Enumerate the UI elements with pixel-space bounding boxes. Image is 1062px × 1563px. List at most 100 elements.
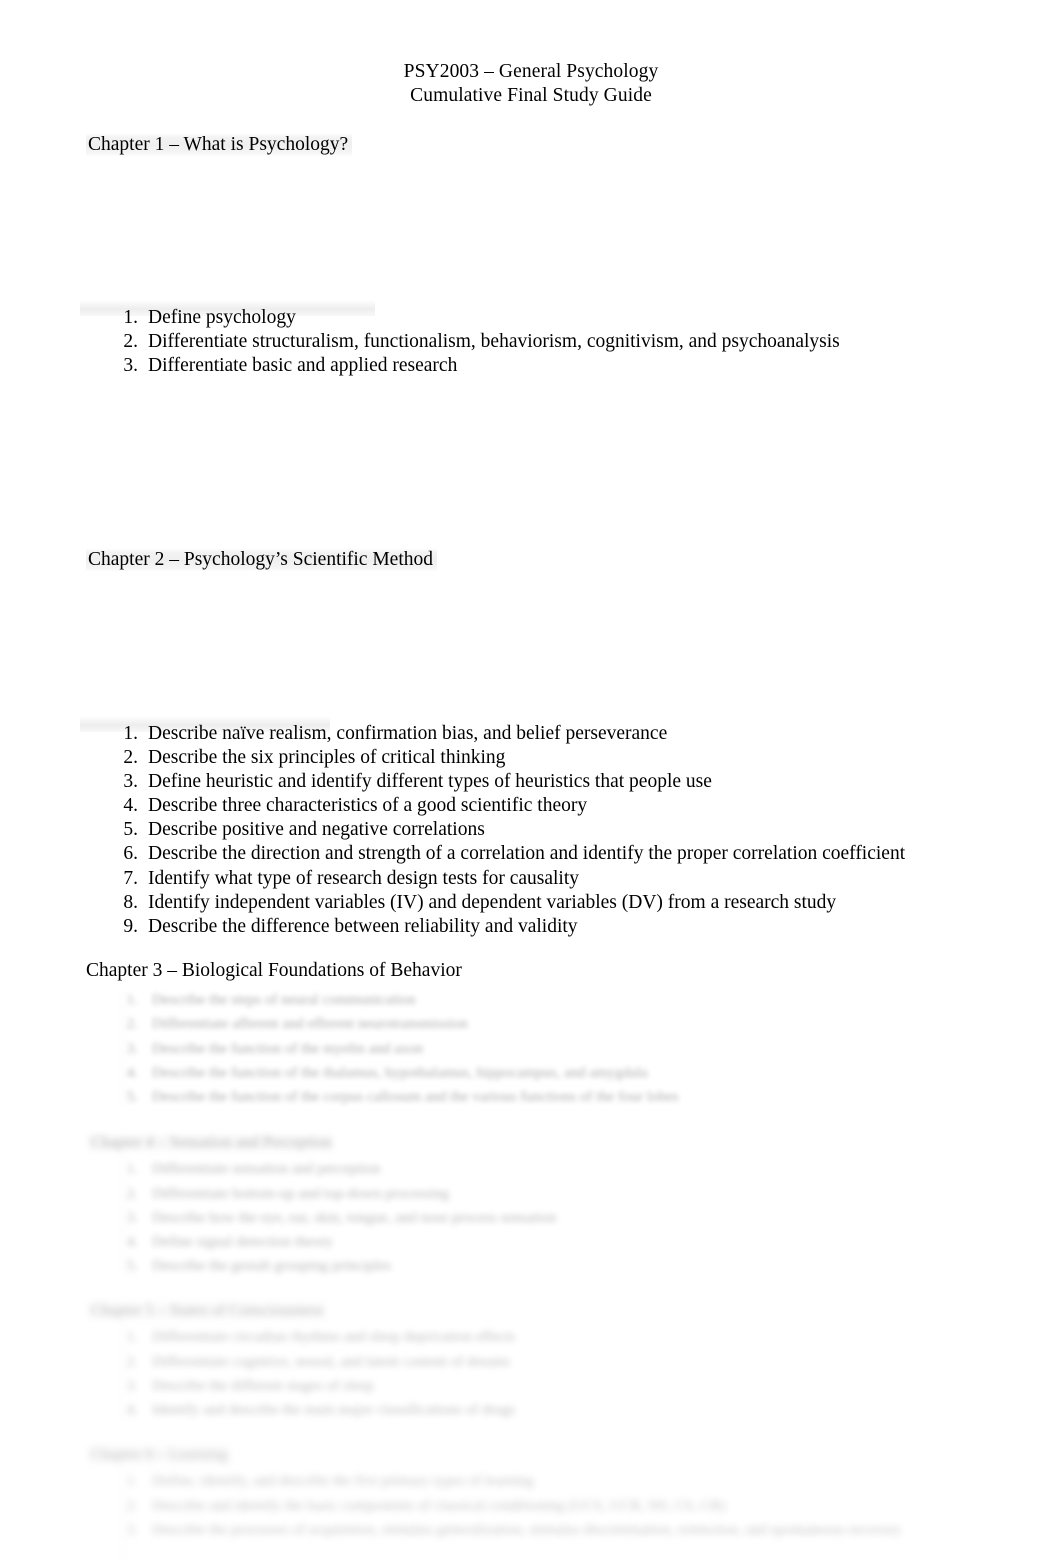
list-item-text: Describe the processes of acquisition, s… <box>152 1521 901 1538</box>
list-item-obscured: 2. Describe and identify the basic compo… <box>0 1494 1062 1518</box>
list-item-text: Differentiate structuralism, functionali… <box>148 331 840 353</box>
list-item: 3. Differentiate basic and applied resea… <box>86 354 840 378</box>
chapter-4-heading-obscured: Chapter 4 – Sensation and Perception <box>88 1131 1062 1155</box>
list-item-obscured: 5. Describe the function of the corpus c… <box>0 1085 1062 1109</box>
list-item-obscured: 3. Describe how the eye, ear, skin, tong… <box>0 1206 1062 1230</box>
chapter-6-heading-text: Chapter 6 – Learning <box>88 1446 231 1463</box>
list-item-text: Define psychology <box>148 307 296 328</box>
list-item-number: 5. <box>126 1089 138 1106</box>
list-item-number: 1. <box>126 1473 138 1490</box>
list-item-number: 6. <box>123 843 138 865</box>
list-item-obscured: 3. Describe the processes of acquisition… <box>0 1518 1062 1542</box>
list-item-text: Describe and identify the basic componen… <box>152 1497 726 1514</box>
list-item-text: Identify independent variables (IV) and … <box>148 891 837 913</box>
list-item-text: Differentiate sensation and perception <box>152 1161 381 1178</box>
list-item-text: Define signal detection theory <box>152 1234 334 1251</box>
list-item-text: Describe the six principles of critical … <box>148 747 506 769</box>
list-item: 1. Define psychology <box>86 306 840 330</box>
list-item-number: 1. <box>126 1329 138 1346</box>
chapter-1-heading-text: Chapter 1 – What is Psychology? <box>86 133 353 157</box>
list-item-text: Differentiate basic and applied research <box>148 355 458 377</box>
list-item-number: 2. <box>123 331 138 353</box>
list-item-obscured: 4. Define signal detection theory <box>0 1230 1062 1254</box>
chapter-2-heading-text: Chapter 2 – Psychology’s Scientific Meth… <box>86 548 438 572</box>
chapter-1-objective-list: 1. Define psychology 2. Differentiate st… <box>86 306 840 378</box>
list-item-number: 4. <box>126 1402 138 1419</box>
list-item-number: 3. <box>126 1521 138 1538</box>
document-title-line-2: Cumulative Final Study Guide <box>410 84 652 106</box>
list-item-text: Describe positive and negative correlati… <box>148 819 485 841</box>
list-item-number: 2. <box>126 1353 138 1370</box>
list-item-text: Define heuristic and identify different … <box>148 771 712 793</box>
list-item-obscured: 2. Differentiate cognitive, neural, and … <box>0 1350 1062 1374</box>
list-item-text: Describe the function of the myelin and … <box>152 1040 424 1057</box>
list-item: 7. Identify what type of research design… <box>86 867 905 891</box>
chapter-4-section-obscured: Chapter 4 – Sensation and Perception 1. … <box>0 1131 1062 1279</box>
list-item-text: Describe naïve realism, confirmation bia… <box>148 723 668 744</box>
chapter-5-heading-obscured: Chapter 5 – States of Consciousness <box>88 1299 1062 1323</box>
list-item-number: 1. <box>123 307 138 328</box>
document-title-line-1: PSY2003 – General Psychology <box>403 61 659 82</box>
list-item-number: 3. <box>126 1209 138 1226</box>
list-item-number: 2. <box>126 1185 138 1202</box>
list-item-number: 8. <box>123 891 138 913</box>
chapter-5-heading-text: Chapter 5 – States of Consciousness <box>88 1302 327 1319</box>
list-item-text: Describe three characteristics of a good… <box>148 795 588 817</box>
list-item: 6. Describe the direction and strength o… <box>86 842 905 866</box>
chapter-2-objective-list: 1. Describe naïve realism, confirmation … <box>86 722 905 939</box>
list-item: 3. Define heuristic and identify differe… <box>86 770 905 794</box>
list-item-number: 9. <box>123 915 138 937</box>
list-item-obscured: 1. Describe the steps of neural communic… <box>0 988 1062 1012</box>
list-item-number: 5. <box>126 1258 138 1275</box>
list-item-number: 1. <box>126 1161 138 1178</box>
list-item-number: 2. <box>123 747 138 769</box>
list-item-number: 3. <box>123 771 138 793</box>
list-item-number: 3. <box>126 1377 138 1394</box>
chapter-1-heading: Chapter 1 – What is Psychology? <box>86 133 353 157</box>
list-item-text: Describe the gestalt grouping principles <box>152 1258 392 1275</box>
list-item-text: Describe the steps of neural communicati… <box>152 992 416 1008</box>
list-item: 2. Describe the six principles of critic… <box>86 746 905 770</box>
list-item: 2. Differentiate structuralism, function… <box>86 330 840 354</box>
document-page: PSY2003 – General Psychology Cumulative … <box>0 0 1062 1563</box>
list-item-obscured: 4. Describe the function of the thalamus… <box>0 1061 1062 1085</box>
chapter-2-heading: Chapter 2 – Psychology’s Scientific Meth… <box>86 548 438 572</box>
list-item-number: 3. <box>126 1040 138 1057</box>
list-item-obscured: 3. Describe the function of the myelin a… <box>0 1037 1062 1061</box>
chapter-5-section-obscured: Chapter 5 – States of Consciousness 1. D… <box>0 1299 1062 1422</box>
list-item-text: Differentiate circadian rhythms and slee… <box>152 1329 516 1346</box>
list-item: 9. Describe the difference between relia… <box>86 915 905 939</box>
list-item-text: Describe the difference between reliabil… <box>148 915 578 937</box>
list-item-number: 7. <box>123 867 138 889</box>
list-item-text: Describe the direction and strength of a… <box>148 843 906 865</box>
list-item-obscured: 3. Describe the different stages of slee… <box>0 1374 1062 1398</box>
list-item: 5. Describe positive and negative correl… <box>86 818 905 842</box>
list-item-text: Describe the different stages of sleep <box>152 1377 374 1394</box>
chapter-4-heading-text: Chapter 4 – Sensation and Perception <box>88 1134 335 1151</box>
list-item-text: Describe how the eye, ear, skin, tongue,… <box>152 1209 557 1226</box>
document-title-block: PSY2003 – General Psychology Cumulative … <box>0 60 1062 107</box>
list-item-obscured: 1. Differentiate sensation and perceptio… <box>0 1157 1062 1181</box>
list-item-obscured: 2. Differentiate afferent and efferent n… <box>0 1012 1062 1036</box>
list-item-obscured: 1. Differentiate circadian rhythms and s… <box>0 1325 1062 1349</box>
list-item-text: Describe the function of the thalamus, h… <box>152 1064 648 1081</box>
list-item-text: Describe the function of the corpus call… <box>152 1089 679 1106</box>
chapter-6-heading-obscured: Chapter 6 – Learning <box>88 1443 1062 1467</box>
list-item-text: Define, identify, and describe the five … <box>152 1473 534 1490</box>
list-item: 1. Describe naïve realism, confirmation … <box>86 722 905 746</box>
list-item-text: Identify what type of research design te… <box>148 867 580 889</box>
list-item-number: 2. <box>126 1497 138 1514</box>
list-item-number: 4. <box>126 1234 138 1251</box>
list-item-text: Identify and describe the main major cla… <box>152 1402 516 1419</box>
chapter-3-heading: Chapter 3 – Biological Foundations of Be… <box>86 959 462 983</box>
list-item-number: 4. <box>126 1064 138 1081</box>
list-item-number: 4. <box>123 795 138 817</box>
list-item-text: Differentiate cognitive, neural, and lat… <box>152 1353 511 1370</box>
list-item-number: 2. <box>126 1016 138 1033</box>
chapter-3-objective-list-obscured: 1. Describe the steps of neural communic… <box>0 988 1062 1109</box>
list-item-text: Differentiate afferent and efferent neur… <box>152 1016 468 1033</box>
chapter-6-section-obscured: Chapter 6 – Learning 1. Define, identify… <box>0 1443 1062 1563</box>
list-item-number: 5. <box>123 819 138 841</box>
list-item-text: Differentiate bottom-up and top-down pro… <box>152 1185 450 1202</box>
list-item-obscured: 4. Identify and describe the main major … <box>0 1398 1062 1422</box>
